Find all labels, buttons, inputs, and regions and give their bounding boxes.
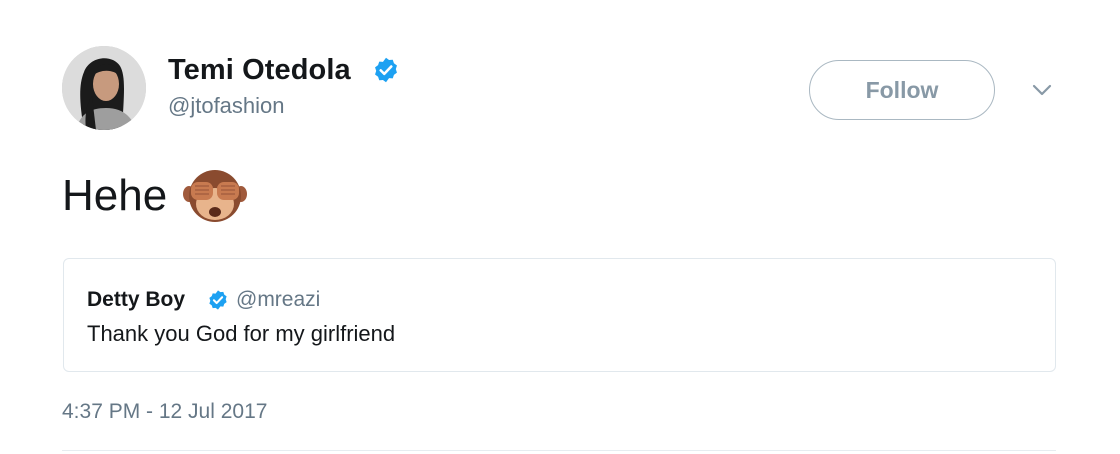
verified-badge-icon xyxy=(209,290,227,310)
quoted-author-handle: @mreazi xyxy=(236,288,321,311)
quoted-author-name: Detty Boy xyxy=(87,288,186,311)
see-no-evil-monkey-icon xyxy=(183,170,248,222)
chevron-down-icon[interactable] xyxy=(1030,80,1054,100)
author-name[interactable]: Temi Otedola xyxy=(168,54,351,87)
tweet-body: Hehe xyxy=(62,168,248,224)
quoted-tweet[interactable]: Detty Boy @mreazi Thank you God for my g… xyxy=(63,258,1056,372)
quoted-tweet-text: Thank you God for my girlfriend xyxy=(87,321,396,346)
avatar[interactable] xyxy=(62,46,146,130)
verified-badge-icon xyxy=(375,57,397,83)
divider xyxy=(62,450,1056,451)
follow-button[interactable]: Follow xyxy=(809,60,995,120)
author-handle[interactable]: @jtofashion xyxy=(168,93,285,119)
tweet-text: Hehe xyxy=(62,171,168,220)
avatar-image xyxy=(62,46,146,130)
tweet-timestamp[interactable]: 4:37 PM - 12 Jul 2017 xyxy=(62,400,267,424)
